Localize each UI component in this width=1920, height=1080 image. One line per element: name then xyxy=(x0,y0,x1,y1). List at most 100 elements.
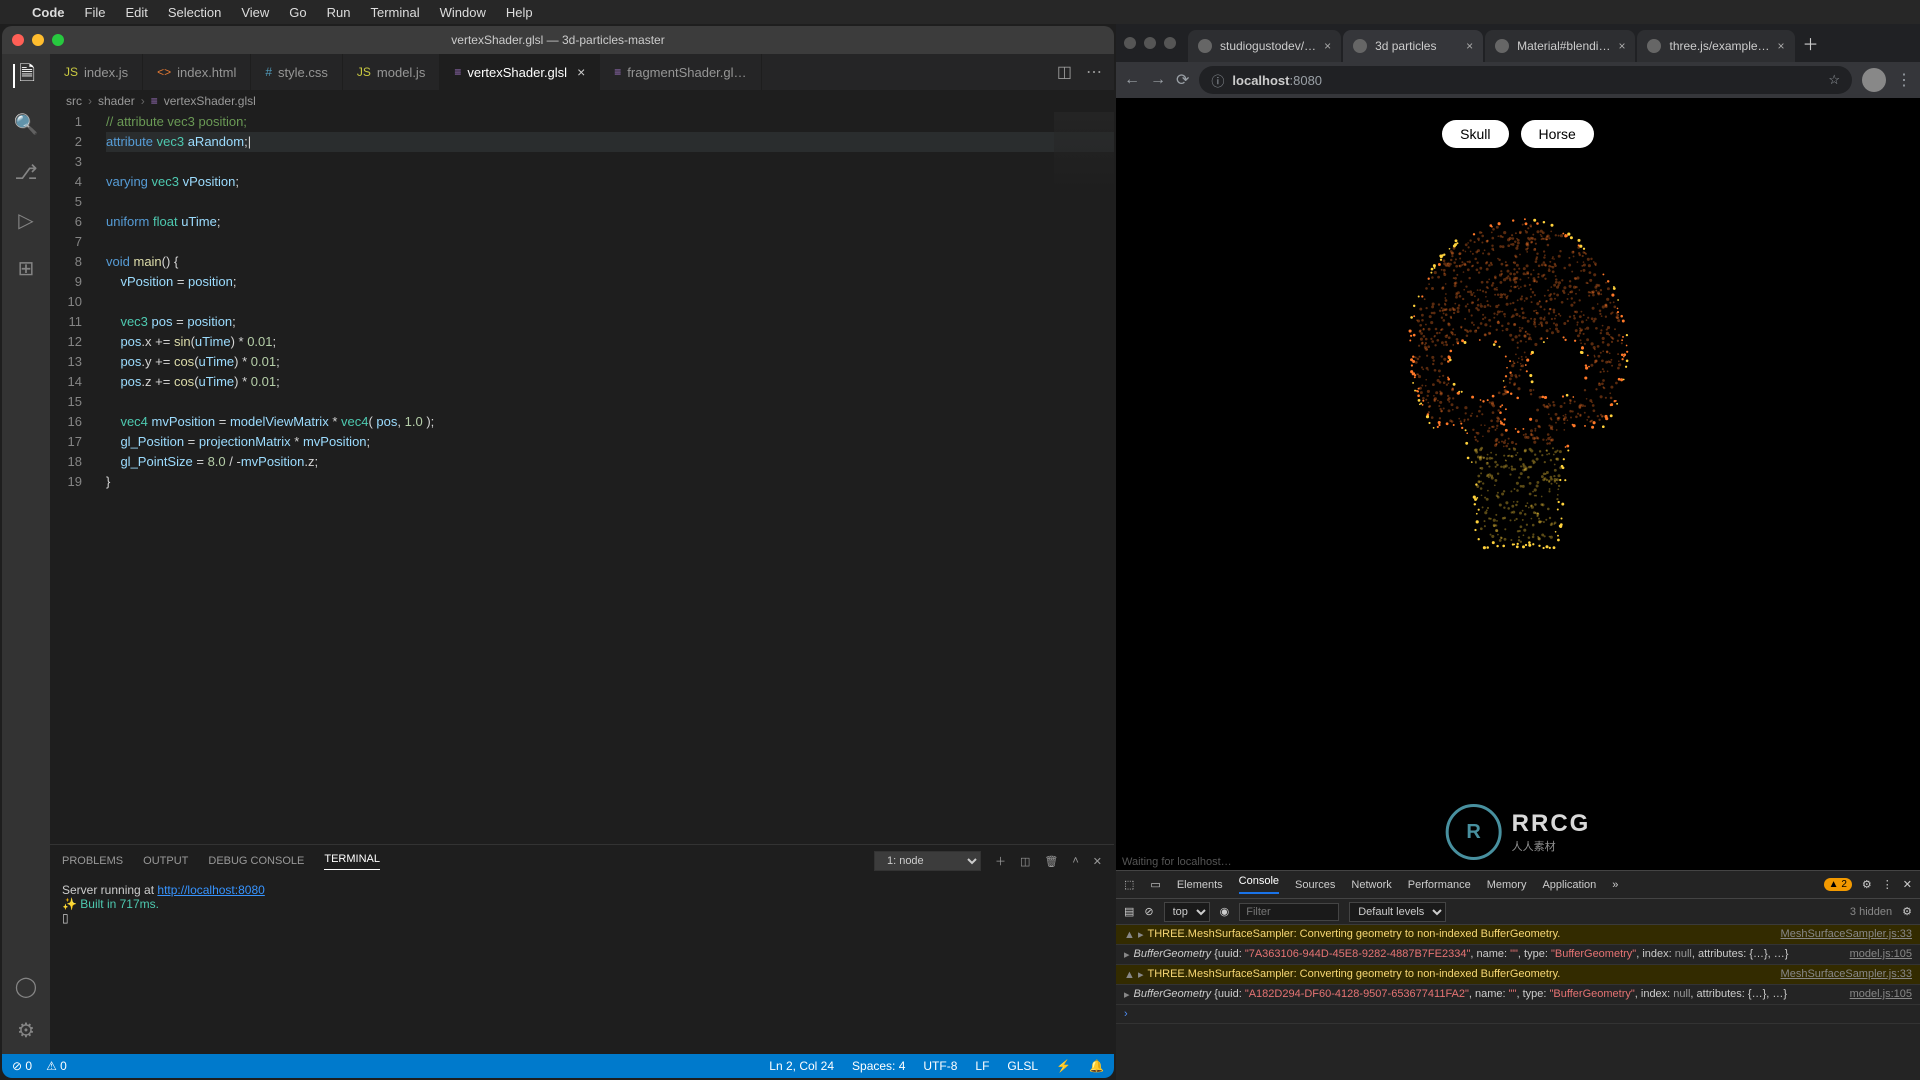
dt-tab-application[interactable]: Application xyxy=(1542,879,1596,891)
inspect-icon[interactable]: ⬚ xyxy=(1124,878,1134,891)
menu-help[interactable]: Help xyxy=(506,5,533,20)
reload-button[interactable]: ⟳ xyxy=(1176,70,1189,90)
editor-tab[interactable]: ≡fragmentShader.gl… xyxy=(600,54,761,90)
new-terminal-icon[interactable]: ＋ xyxy=(995,853,1006,869)
address-bar[interactable]: ⓘ localhost:8080 ☆ xyxy=(1199,66,1852,94)
console-settings-icon[interactable]: ⚙ xyxy=(1902,905,1912,918)
breadcrumb-item[interactable]: shader xyxy=(98,94,135,108)
menu-app[interactable]: Code xyxy=(32,5,65,20)
menu-edit[interactable]: Edit xyxy=(125,5,147,20)
status-action-icon[interactable]: ⚡ xyxy=(1056,1059,1071,1073)
menu-terminal[interactable]: Terminal xyxy=(371,5,420,20)
devtools-menu-icon[interactable]: ⋮ xyxy=(1882,878,1893,891)
explorer-icon[interactable]: 🗎 xyxy=(13,64,37,88)
browser-tab[interactable]: studiogustodev/…× xyxy=(1188,30,1341,62)
zoom-window-icon[interactable] xyxy=(52,34,64,46)
source-control-icon[interactable]: ⎇ xyxy=(14,160,38,184)
source-link[interactable]: MeshSurfaceSampler.js:33 xyxy=(1781,968,1912,981)
close-window-icon[interactable] xyxy=(12,34,24,46)
levels-select[interactable]: Default levels xyxy=(1349,902,1446,922)
dt-tab-network[interactable]: Network xyxy=(1351,879,1391,891)
minimap[interactable] xyxy=(1054,112,1114,192)
profile-avatar[interactable] xyxy=(1862,68,1886,92)
console-row[interactable]: ▸BufferGeometry {uuid: "A182D294-DF60-41… xyxy=(1116,985,1920,1005)
console-prompt[interactable]: › xyxy=(1116,1005,1920,1024)
settings-gear-icon[interactable]: ⚙ xyxy=(14,1018,38,1042)
menu-go[interactable]: Go xyxy=(289,5,306,20)
more-tabs-icon[interactable]: » xyxy=(1612,879,1618,891)
hidden-count[interactable]: 3 hidden xyxy=(1850,906,1892,918)
dt-tab-sources[interactable]: Sources xyxy=(1295,879,1335,891)
breadcrumb[interactable]: src › shader › ≡ vertexShader.glsl xyxy=(50,90,1114,112)
browser-tab[interactable]: 3d particles× xyxy=(1343,30,1483,62)
editor-tab[interactable]: JSmodel.js xyxy=(343,54,440,90)
back-button[interactable]: ← xyxy=(1124,71,1140,89)
traffic-lights[interactable] xyxy=(1124,37,1176,49)
editor-tab[interactable]: ≡vertexShader.glsl× xyxy=(440,54,600,90)
tab-close-icon[interactable]: × xyxy=(1778,39,1785,53)
status-lang[interactable]: GLSL xyxy=(1007,1059,1038,1073)
new-tab-button[interactable]: ＋ xyxy=(1797,29,1825,57)
devtools-settings-icon[interactable]: ⚙ xyxy=(1862,878,1872,891)
status-errors[interactable]: ⊘ 0 xyxy=(12,1059,32,1073)
dt-tab-memory[interactable]: Memory xyxy=(1487,879,1527,891)
terminal-dropdown[interactable]: 1: node xyxy=(874,851,981,871)
extensions-icon[interactable]: ⊞ xyxy=(14,256,38,280)
tab-close-icon[interactable]: × xyxy=(577,64,585,80)
status-encoding[interactable]: UTF-8 xyxy=(923,1059,957,1073)
menu-icon[interactable]: ⋮ xyxy=(1896,70,1912,90)
device-icon[interactable]: ▭ xyxy=(1150,878,1160,891)
forward-button[interactable]: → xyxy=(1150,71,1166,89)
kill-terminal-icon[interactable]: 🗑 xyxy=(1044,855,1058,868)
menu-run[interactable]: Run xyxy=(327,5,351,20)
minimize-window-icon[interactable] xyxy=(32,34,44,46)
skull-button[interactable]: Skull xyxy=(1442,120,1508,148)
browser-tab[interactable]: three.js/example…× xyxy=(1637,30,1794,62)
source-link[interactable]: MeshSurfaceSampler.js:33 xyxy=(1781,928,1912,941)
menu-view[interactable]: View xyxy=(241,5,269,20)
menu-window[interactable]: Window xyxy=(440,5,486,20)
source-link[interactable]: model.js:105 xyxy=(1850,988,1912,1001)
close-panel-icon[interactable]: ✕ xyxy=(1093,855,1102,868)
code-content[interactable]: // attribute vec3 position;attribute vec… xyxy=(98,112,1114,844)
status-eol[interactable]: LF xyxy=(975,1059,989,1073)
console-sidebar-icon[interactable]: ▤ xyxy=(1124,905,1134,918)
status-cursor[interactable]: Ln 2, Col 24 xyxy=(769,1059,834,1073)
code-editor[interactable]: 12345678910111213141516171819 // attribu… xyxy=(50,112,1114,844)
accounts-icon[interactable]: ◯ xyxy=(14,974,38,998)
console-row[interactable]: ▲ ▸THREE.MeshSurfaceSampler: Converting … xyxy=(1116,925,1920,945)
console-output[interactable]: ▲ ▸THREE.MeshSurfaceSampler: Converting … xyxy=(1116,925,1920,1080)
tab-close-icon[interactable]: × xyxy=(1618,39,1625,53)
console-row[interactable]: ▲ ▸THREE.MeshSurfaceSampler: Converting … xyxy=(1116,965,1920,985)
run-debug-icon[interactable]: ▷ xyxy=(14,208,38,232)
status-indent[interactable]: Spaces: 4 xyxy=(852,1059,905,1073)
terminal-link[interactable]: http://localhost:8080 xyxy=(157,883,264,897)
breadcrumb-item[interactable]: src xyxy=(66,94,82,108)
dt-tab-console[interactable]: Console xyxy=(1239,875,1279,894)
tab-close-icon[interactable]: × xyxy=(1466,39,1473,53)
traffic-lights[interactable] xyxy=(12,34,64,46)
panel-tab-problems[interactable]: PROBLEMS xyxy=(62,855,123,867)
menu-selection[interactable]: Selection xyxy=(168,5,221,20)
menu-file[interactable]: File xyxy=(85,5,106,20)
horse-button[interactable]: Horse xyxy=(1521,120,1594,148)
browser-tab[interactable]: Material#blendi…× xyxy=(1485,30,1635,62)
maximize-panel-icon[interactable]: ˄ xyxy=(1072,855,1078,867)
more-actions-icon[interactable]: ⋯ xyxy=(1086,62,1102,82)
clear-console-icon[interactable]: ⊘ xyxy=(1144,905,1153,918)
panel-tab-terminal[interactable]: TERMINAL xyxy=(324,853,380,870)
console-row[interactable]: ▸BufferGeometry {uuid: "7A363106-944D-45… xyxy=(1116,945,1920,965)
split-editor-icon[interactable]: ◫ xyxy=(1057,62,1072,82)
editor-tab[interactable]: JSindex.js xyxy=(50,54,143,90)
context-select[interactable]: top xyxy=(1164,902,1210,922)
panel-tab-debug[interactable]: DEBUG CONSOLE xyxy=(208,855,304,867)
dt-tab-performance[interactable]: Performance xyxy=(1408,879,1471,891)
source-link[interactable]: model.js:105 xyxy=(1850,948,1912,961)
live-expr-icon[interactable]: ◉ xyxy=(1220,905,1230,918)
page-viewport[interactable]: Skull Horse Waiting for localhost… R RRC… xyxy=(1116,98,1920,870)
bookmark-icon[interactable]: ☆ xyxy=(1828,72,1840,88)
search-icon[interactable]: 🔍 xyxy=(14,112,38,136)
editor-tab[interactable]: <>index.html xyxy=(143,54,251,90)
filter-input[interactable] xyxy=(1239,903,1339,921)
tab-close-icon[interactable]: × xyxy=(1324,39,1331,53)
